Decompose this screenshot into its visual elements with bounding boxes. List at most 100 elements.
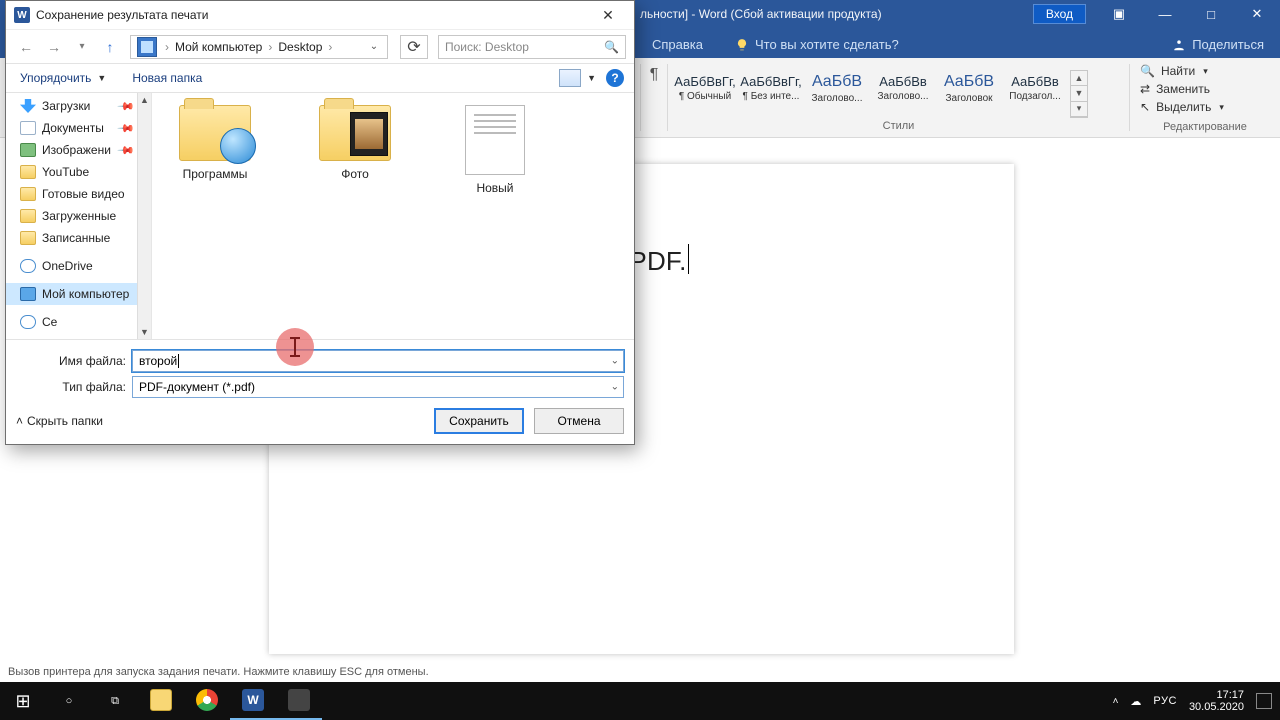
pc-icon (137, 37, 157, 57)
ribbon-tab-help[interactable]: Справка (640, 31, 715, 58)
chevron-down-icon[interactable]: ⌄ (611, 356, 619, 367)
tree-item[interactable]: Загруженные (6, 205, 151, 227)
filename-input[interactable]: второй ⌄ (132, 350, 624, 372)
tree-item[interactable]: YouTube (6, 161, 151, 183)
folder-icon (20, 259, 36, 273)
taskbar-explorer[interactable] (138, 682, 184, 720)
tree-item[interactable]: Записанные (6, 227, 151, 249)
cursor-icon: ↖ (1140, 100, 1150, 114)
file-item[interactable]: Программы (160, 105, 270, 181)
clock[interactable]: 17:17 30.05.2020 (1189, 689, 1244, 713)
ibeam-icon (294, 337, 296, 357)
word-title-text: льности] - Word (Сбой активации продукта… (640, 7, 882, 21)
folder-icon (20, 165, 36, 179)
styles-group-label: Стили (668, 118, 1129, 136)
tree-item[interactable]: Документы📌 (6, 117, 151, 139)
style-item[interactable]: АаБбВвПодзагол... (1004, 64, 1066, 112)
search-box[interactable]: Поиск: Desktop 🔍 (438, 35, 626, 59)
nav-up-button[interactable]: ↑ (98, 35, 122, 59)
breadcrumb[interactable]: › Мой компьютер › Desktop › ⌄ (130, 35, 388, 59)
style-item[interactable]: АаБбВЗаголовок (938, 64, 1000, 112)
folder-icon (20, 287, 36, 301)
word-app-icon: W (14, 7, 30, 23)
tree-item[interactable]: Изображени📌 (6, 139, 151, 161)
folder-icon (20, 143, 36, 157)
paragraph-marks-icon[interactable]: ¶ (641, 58, 667, 137)
breadcrumb-seg-1[interactable]: Desktop (274, 40, 326, 54)
folder-icon (319, 105, 391, 161)
task-view-button[interactable]: ⧉ (92, 682, 138, 720)
onedrive-tray-icon[interactable]: ☁ (1130, 695, 1141, 708)
view-dropdown-icon[interactable]: ▼ (587, 73, 596, 83)
dialog-close-button[interactable]: ✕ (588, 3, 628, 27)
tray-overflow-icon[interactable]: ˄ (1113, 696, 1119, 707)
editing-group-label: Редактирование (1140, 121, 1270, 137)
search-icon: 🔍 (1140, 64, 1155, 78)
tree-scrollbar[interactable]: ▲ ▼ (137, 93, 151, 339)
lightbulb-icon (735, 38, 749, 52)
style-item[interactable]: АаБбВвГг,¶ Без инте... (740, 64, 802, 112)
folder-icon (20, 315, 36, 329)
hide-folders-toggle[interactable]: ˄Скрыть папки (16, 414, 103, 428)
folder-icon (20, 121, 36, 135)
pin-icon: 📌 (117, 97, 136, 116)
file-item[interactable]: Фото (300, 105, 410, 181)
share-icon (1172, 38, 1186, 52)
folder-tree[interactable]: Загрузки📌Документы📌Изображени📌YouTubeГот… (6, 93, 152, 339)
taskbar-word[interactable]: W (230, 682, 276, 720)
file-item[interactable]: Новый (440, 105, 550, 195)
folder-icon (20, 187, 36, 201)
tell-me-box[interactable]: Что вы хотите сделать? (725, 31, 909, 58)
filename-label: Имя файла: (16, 354, 126, 368)
taskbar-chrome[interactable] (184, 682, 230, 720)
view-options-button[interactable] (559, 69, 581, 87)
dialog-bottom: Имя файла: второй ⌄ Тип файла: PDF-докум… (6, 339, 634, 444)
chevron-up-icon: ˄ (16, 414, 23, 428)
nav-forward-button[interactable]: → (42, 35, 66, 59)
replace-icon: ⇄ (1140, 82, 1150, 96)
tree-item[interactable]: Се (6, 311, 151, 333)
filetype-label: Тип файла: (16, 380, 126, 394)
folder-icon (179, 105, 251, 161)
styles-scroll[interactable]: ▲▼▾ (1070, 70, 1088, 118)
taskbar-window[interactable] (276, 682, 322, 720)
tree-item[interactable]: Готовые видео (6, 183, 151, 205)
save-button[interactable]: Сохранить (434, 408, 524, 434)
refresh-button[interactable]: ⟳ (400, 35, 428, 59)
nav-back-button[interactable]: ← (14, 35, 38, 59)
new-folder-button[interactable]: Новая папка (128, 69, 206, 87)
ribbon-display-options-icon[interactable]: ▣ (1096, 0, 1142, 28)
style-item[interactable]: АаБбВвГг,¶ Обычный (674, 64, 736, 112)
print-status-bar: Вызов принтера для запуска задания печат… (0, 664, 1280, 682)
select-button[interactable]: ↖Выделить▾ (1140, 98, 1270, 116)
breadcrumb-dropdown[interactable]: ⌄ (365, 41, 383, 52)
cancel-button[interactable]: Отмена (534, 408, 624, 434)
scroll-up-icon[interactable]: ▲ (138, 93, 151, 107)
action-center-icon[interactable] (1256, 693, 1272, 709)
scroll-down-icon[interactable]: ▼ (138, 325, 151, 339)
tree-item[interactable]: Загрузки📌 (6, 95, 151, 117)
replace-button[interactable]: ⇄Заменить (1140, 80, 1270, 98)
style-item[interactable]: АаБбВЗаголово... (806, 64, 868, 112)
close-button[interactable]: ✕ (1234, 0, 1280, 28)
breadcrumb-seg-0[interactable]: Мой компьютер (171, 40, 266, 54)
help-button[interactable]: ? (606, 69, 624, 87)
chevron-down-icon[interactable]: ⌄ (611, 382, 619, 393)
language-indicator[interactable]: РУС (1153, 695, 1177, 707)
start-button[interactable]: ⊞ (0, 682, 46, 720)
organize-button[interactable]: Упорядочить▼ (16, 69, 110, 87)
pin-icon: 📌 (117, 119, 136, 138)
file-list[interactable]: Программы Фото Новый (152, 93, 634, 339)
minimize-button[interactable]: — (1142, 0, 1188, 28)
search-taskbar-button[interactable]: ○ (46, 682, 92, 720)
filetype-select[interactable]: PDF-документ (*.pdf) ⌄ (132, 376, 624, 398)
style-item[interactable]: АаБбВвЗаголово... (872, 64, 934, 112)
share-button[interactable]: Поделиться (1156, 31, 1280, 58)
word-login-button[interactable]: Вход (1033, 4, 1086, 24)
find-button[interactable]: 🔍Найти▾ (1140, 62, 1270, 80)
tree-item[interactable]: OneDrive (6, 255, 151, 277)
maximize-button[interactable]: □ (1188, 0, 1234, 28)
dialog-nav-row: ← → ▾ ↑ › Мой компьютер › Desktop › ⌄ ⟳ … (6, 29, 634, 63)
nav-recent-dropdown[interactable]: ▾ (70, 35, 94, 59)
tree-item[interactable]: Мой компьютер (6, 283, 151, 305)
